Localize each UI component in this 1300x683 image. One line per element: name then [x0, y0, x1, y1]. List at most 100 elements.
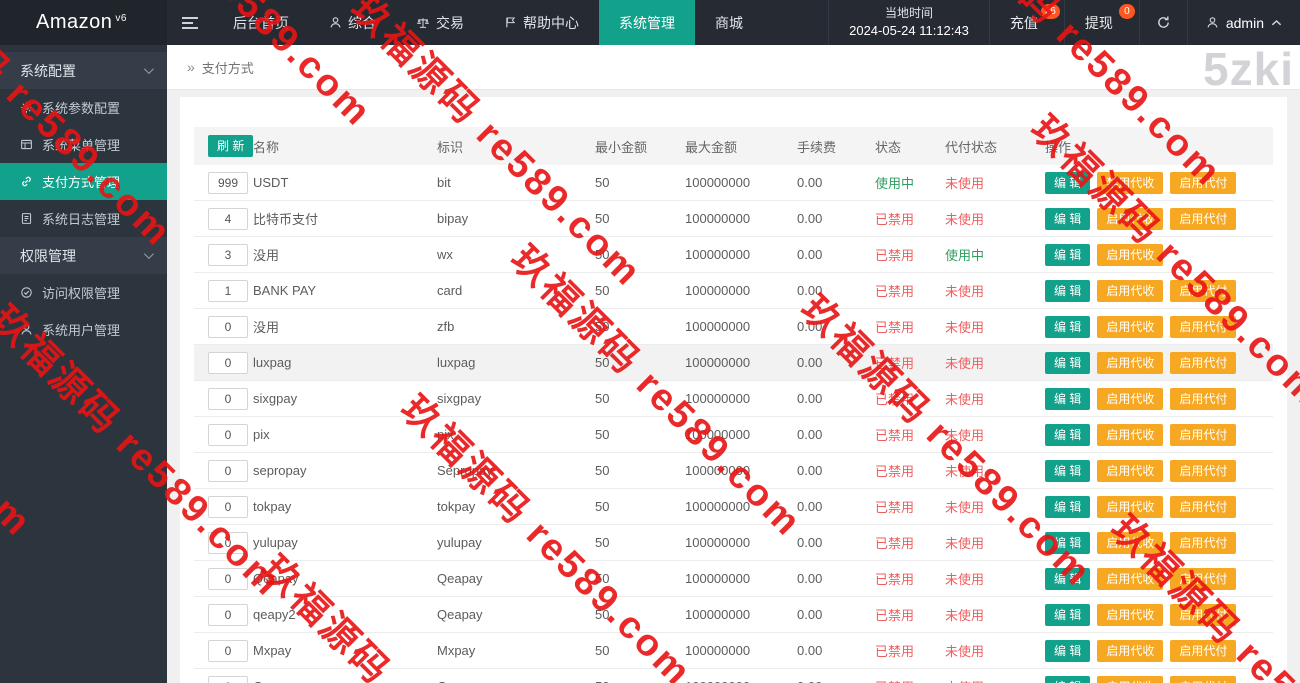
- enable-payout-button[interactable]: 启用代付: [1170, 351, 1237, 374]
- payment-methods-card: 刷 新 名称 标识 最小金额 最大金额 手续费 状态 代付状态 操作 USDT b…: [180, 97, 1287, 683]
- enable-payout-button[interactable]: 启用代付: [1170, 603, 1237, 626]
- edit-button[interactable]: 编 辑: [1045, 207, 1091, 230]
- sort-input[interactable]: [208, 423, 248, 446]
- payment-row: Mxpay Mxpay 50 100000000 0.00 已禁用 未使用 编 辑启用代收启用…: [194, 633, 1273, 669]
- enable-collect-button[interactable]: 启用代收: [1097, 459, 1164, 482]
- topnav-item-label: 后台首页: [233, 14, 289, 31]
- sidebar-item[interactable]: 系统菜单管理: [0, 126, 167, 163]
- sort-input[interactable]: [208, 315, 248, 338]
- enable-payout-button[interactable]: 启用代付: [1170, 639, 1237, 662]
- edit-button[interactable]: 编 辑: [1045, 423, 1091, 446]
- sort-input[interactable]: [208, 459, 248, 482]
- edit-button[interactable]: 编 辑: [1045, 459, 1091, 482]
- enable-payout-button[interactable]: 启用代付: [1170, 279, 1237, 302]
- username: admin: [1225, 14, 1264, 31]
- edit-button[interactable]: 编 辑: [1045, 531, 1091, 554]
- sidebar-toggle-icon[interactable]: [167, 0, 213, 45]
- sidebar-item[interactable]: 系统参数配置: [0, 89, 167, 126]
- recharge-link[interactable]: 充值 26: [990, 0, 1065, 45]
- enable-collect-button[interactable]: 启用代收: [1097, 603, 1164, 626]
- payment-code: pix: [437, 427, 454, 442]
- refresh-button[interactable]: 刷 新: [208, 135, 254, 157]
- sidebar-item-label: 访问权限管理: [42, 286, 121, 301]
- edit-button[interactable]: 编 辑: [1045, 315, 1091, 338]
- edit-button[interactable]: 编 辑: [1045, 495, 1091, 518]
- sort-input[interactable]: [208, 387, 248, 410]
- min-amount: 50: [595, 355, 610, 370]
- topnav-item-2[interactable]: 综合: [309, 0, 396, 45]
- enable-payout-button[interactable]: 启用代付: [1170, 495, 1237, 518]
- min-amount: 50: [595, 607, 610, 622]
- enable-payout-button[interactable]: 启用代付: [1170, 459, 1237, 482]
- enable-collect-button[interactable]: 启用代收: [1097, 387, 1164, 410]
- sort-input[interactable]: [208, 639, 248, 662]
- sort-input[interactable]: [208, 207, 248, 230]
- min-amount: 50: [595, 391, 610, 406]
- sort-input[interactable]: [208, 279, 248, 302]
- enable-payout-button[interactable]: 启用代付: [1170, 171, 1237, 194]
- enable-collect-button[interactable]: 启用代收: [1097, 207, 1164, 230]
- sort-input[interactable]: [208, 531, 248, 554]
- clear-cache-icon[interactable]: [1140, 0, 1188, 45]
- withdraw-link[interactable]: 提现 0: [1065, 0, 1140, 45]
- sort-input[interactable]: [208, 171, 248, 194]
- status-badge: 使用中: [875, 176, 915, 191]
- enable-collect-button[interactable]: 启用代收: [1097, 279, 1164, 302]
- sort-input[interactable]: [208, 243, 248, 266]
- edit-button[interactable]: 编 辑: [1045, 567, 1091, 590]
- payment-row: sepropay Sepropay 50 100000000 0.00 已禁用 未使用 编 辑…: [194, 453, 1273, 489]
- enable-payout-button[interactable]: 启用代付: [1170, 531, 1237, 554]
- topnav-item-4[interactable]: 帮助中心: [484, 0, 599, 45]
- disable-collect-button[interactable]: 禁用代收: [1097, 171, 1164, 194]
- edit-button[interactable]: 编 辑: [1045, 351, 1091, 374]
- edit-button[interactable]: 编 辑: [1045, 171, 1091, 194]
- enable-payout-button[interactable]: 启用代付: [1170, 675, 1237, 683]
- edit-button[interactable]: 编 辑: [1045, 603, 1091, 626]
- topnav-item-3[interactable]: 交易: [396, 0, 484, 45]
- topnav-item-1[interactable]: 后台首页: [213, 0, 309, 45]
- edit-button[interactable]: 编 辑: [1045, 639, 1091, 662]
- enable-collect-button[interactable]: 启用代收: [1097, 495, 1164, 518]
- sort-input[interactable]: [208, 675, 248, 683]
- status-badge: 已禁用: [875, 677, 945, 683]
- enable-payout-button[interactable]: 启用代付: [1170, 567, 1237, 590]
- enable-payout-button[interactable]: 启用代付: [1170, 207, 1237, 230]
- edit-button[interactable]: 编 辑: [1045, 243, 1091, 266]
- row-actions: 编 辑启用代收启用代付: [1045, 351, 1273, 374]
- sidebar-item[interactable]: 访问权限管理: [0, 274, 167, 311]
- sidebar-item[interactable]: 支付方式管理: [0, 163, 167, 200]
- payment-code: Sepropay: [437, 463, 493, 478]
- enable-collect-button[interactable]: 启用代收: [1097, 567, 1164, 590]
- user-menu[interactable]: admin: [1188, 0, 1300, 45]
- app-logo-text: Amazon: [36, 11, 113, 33]
- sort-input[interactable]: [208, 603, 248, 626]
- enable-collect-button[interactable]: 启用代收: [1097, 315, 1164, 338]
- enable-collect-button[interactable]: 启用代收: [1097, 531, 1164, 554]
- sidebar-group-2[interactable]: 权限管理: [0, 237, 167, 274]
- edit-button[interactable]: 编 辑: [1045, 279, 1091, 302]
- sort-input[interactable]: [208, 351, 248, 374]
- sidebar-item[interactable]: 系统用户管理: [0, 311, 167, 348]
- enable-collect-button[interactable]: 启用代收: [1097, 243, 1164, 266]
- payout-status-badge: 未使用: [945, 212, 985, 227]
- payment-code: sixgpay: [437, 391, 482, 406]
- edit-button[interactable]: 编 辑: [1045, 387, 1091, 410]
- edit-button[interactable]: 编 辑: [1045, 675, 1091, 683]
- sidebar-item[interactable]: 系统日志管理: [0, 200, 167, 237]
- enable-collect-button[interactable]: 启用代收: [1097, 351, 1164, 374]
- recharge-label: 充值: [1009, 14, 1038, 31]
- enable-collect-button[interactable]: 启用代收: [1097, 639, 1164, 662]
- enable-collect-button[interactable]: 启用代收: [1097, 675, 1164, 683]
- enable-payout-button[interactable]: 启用代付: [1170, 387, 1237, 410]
- sidebar-item-label: 系统菜单管理: [42, 138, 121, 153]
- enable-payout-button[interactable]: 启用代付: [1170, 423, 1237, 446]
- payment-name: Mxpay: [253, 643, 292, 658]
- sort-input[interactable]: [208, 495, 248, 518]
- enable-collect-button[interactable]: 启用代收: [1097, 423, 1164, 446]
- topnav-item-5[interactable]: 系统管理: [599, 0, 695, 45]
- sidebar-group-1[interactable]: 系统配置: [0, 52, 167, 89]
- sort-input[interactable]: [208, 567, 248, 590]
- enable-payout-button[interactable]: 启用代付: [1170, 315, 1237, 338]
- payment-name: pix: [253, 427, 270, 442]
- topnav-item-6[interactable]: 商城: [695, 0, 763, 45]
